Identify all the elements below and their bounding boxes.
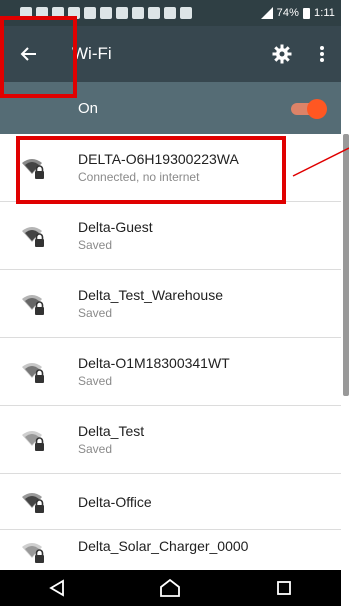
network-status: Saved [78,306,113,320]
nav-home-icon [160,578,181,597]
page-title: Wi-Fi [72,44,112,63]
annotation-box-connected-network [16,136,286,204]
wifi-toggle-label: On [78,99,99,117]
network-item[interactable]: Delta_Test Saved [0,406,341,474]
annotation-box-back [0,16,77,98]
network-name: Delta-O1M18300341WT [78,355,230,371]
more-vert-icon [320,46,324,62]
nav-back-button[interactable] [39,570,75,606]
wifi-locked-icon [22,226,44,247]
nav-home-button[interactable] [152,570,188,606]
wifi-status-icon [180,7,192,19]
navigation-bar [0,570,341,606]
network-name: Delta-Guest [78,219,153,235]
image-icon [132,7,144,19]
battery-percent: 74% [276,7,299,19]
network-name: Delta-Office [78,493,152,510]
network-item[interactable]: Delta-O1M18300341WT Saved [0,338,341,406]
scrollbar-thumb[interactable] [343,134,349,396]
nfc-icon [148,7,160,19]
cell-signal-icon [260,7,273,19]
notification-icon [100,7,112,19]
network-name: Delta_Solar_Charger_0000 [78,538,249,554]
toggle-thumb [307,99,327,119]
network-item[interactable]: Delta-Office [0,474,341,530]
battery-icon [303,7,310,19]
nav-recents-icon [277,581,292,595]
alarm-icon [164,7,176,19]
nav-back-icon [49,579,64,597]
network-item[interactable]: Delta-Guest Saved [0,202,341,270]
network-item[interactable]: Delta_Test_Warehouse Saved [0,270,341,338]
notification-icon [84,7,96,19]
network-status: Saved [78,238,113,252]
network-status: Saved [78,374,113,388]
nav-recents-button[interactable] [266,570,302,606]
more-options-button[interactable] [311,41,333,67]
network-name: Delta_Test [78,423,145,439]
wifi-locked-icon [22,362,44,383]
notification-icon [116,7,128,19]
settings-button[interactable] [269,41,295,67]
network-name: Delta_Test_Warehouse [78,287,224,303]
gear-icon [272,44,292,64]
clock: 1:11 [314,7,335,19]
wifi-locked-icon [22,492,44,513]
wifi-locked-icon [22,430,44,451]
wifi-locked-icon [22,294,44,315]
wifi-toggle-switch[interactable] [291,99,329,119]
wifi-locked-icon [22,543,44,563]
network-status: Saved [78,442,113,456]
